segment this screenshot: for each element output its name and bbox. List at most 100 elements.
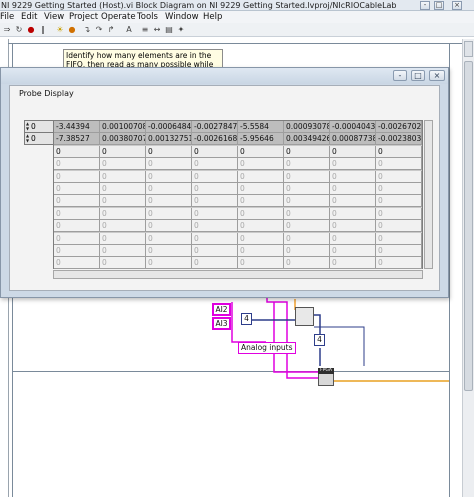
- array-cell[interactable]: 0: [330, 183, 376, 195]
- array-cell[interactable]: 0: [284, 245, 330, 257]
- probe-maximize-icon[interactable]: □: [411, 70, 425, 81]
- array-cell[interactable]: 0: [146, 207, 192, 220]
- array-cell[interactable]: 0: [238, 170, 284, 183]
- probe-horizontal-scrollbar[interactable]: [53, 270, 423, 279]
- array-cell[interactable]: 0: [284, 220, 330, 233]
- array-cell[interactable]: 0: [284, 232, 330, 245]
- array-cell[interactable]: 0: [146, 232, 192, 245]
- array-cell[interactable]: 0: [192, 207, 238, 220]
- array-cell[interactable]: 0: [192, 195, 238, 208]
- array-cell[interactable]: -0.00278473: [192, 121, 238, 133]
- index-spin-icon-2[interactable]: ▲ ▼: [26, 133, 30, 143]
- array-cell[interactable]: 0: [146, 245, 192, 257]
- array-cell[interactable]: 0: [330, 220, 376, 233]
- fifo-read-node[interactable]: [295, 307, 314, 326]
- array-cell[interactable]: 0: [100, 145, 146, 158]
- array-cell[interactable]: 0: [330, 145, 376, 158]
- array-cell[interactable]: 0: [192, 145, 238, 158]
- array-cell[interactable]: 0: [54, 145, 100, 158]
- array-cell[interactable]: -5.95646: [238, 133, 284, 146]
- array-cell[interactable]: 0: [330, 195, 376, 208]
- array-cell[interactable]: -7.38527: [54, 133, 100, 146]
- array-cell[interactable]: 0: [284, 170, 330, 183]
- array-cell[interactable]: 0: [100, 158, 146, 171]
- probe-minimize-icon[interactable]: -: [393, 70, 407, 81]
- column-index-control[interactable]: ▲ ▼ 0: [24, 132, 54, 145]
- array-cell[interactable]: 0: [238, 183, 284, 195]
- array-cell[interactable]: 0: [238, 145, 284, 158]
- array-cell[interactable]: 0: [54, 245, 100, 257]
- array-cell[interactable]: 0: [330, 245, 376, 257]
- array-cell[interactable]: 0: [284, 257, 330, 270]
- numeric-constant-2[interactable]: 4: [314, 334, 325, 346]
- array-cell[interactable]: 0: [100, 183, 146, 195]
- array-cell[interactable]: 0: [100, 195, 146, 208]
- array-cell[interactable]: 0: [376, 245, 422, 257]
- array-cell[interactable]: 0: [284, 195, 330, 208]
- array-cell[interactable]: 0.00093078: [284, 121, 330, 133]
- array-cell[interactable]: 0: [54, 170, 100, 183]
- array-cell[interactable]: 0: [376, 257, 422, 270]
- array-cell[interactable]: 0: [54, 232, 100, 245]
- array-cell[interactable]: -0.00040435: [330, 121, 376, 133]
- array-cell[interactable]: 0: [330, 257, 376, 270]
- array-cell[interactable]: -0.00261688: [192, 133, 238, 146]
- array-cell[interactable]: 0: [330, 232, 376, 245]
- array-cell[interactable]: 0: [238, 220, 284, 233]
- array-cell[interactable]: 0: [238, 232, 284, 245]
- probe-titlebar[interactable]: - □ ×: [1, 68, 448, 84]
- array-cell[interactable]: 0: [146, 183, 192, 195]
- probe-display-window[interactable]: - □ × Probe Display ▲ ▼ 0 ▲ ▼ 0 -3.44394 0.…: [0, 67, 449, 298]
- array-cell[interactable]: 0: [376, 183, 422, 195]
- array-cell[interactable]: 0: [192, 220, 238, 233]
- array-cell[interactable]: 0: [376, 220, 422, 233]
- array-cell[interactable]: 0.00132751: [146, 133, 192, 146]
- array-cell[interactable]: -0.00267029: [376, 121, 422, 133]
- array-cell[interactable]: 0: [146, 257, 192, 270]
- array-cell[interactable]: 0.00349426: [284, 133, 330, 146]
- array-cell[interactable]: 0: [100, 232, 146, 245]
- array-cell[interactable]: 0: [330, 207, 376, 220]
- array-cell[interactable]: 0: [54, 207, 100, 220]
- array-cell[interactable]: 0: [192, 158, 238, 171]
- array-cell[interactable]: 0: [284, 158, 330, 171]
- array-cell[interactable]: 0: [192, 170, 238, 183]
- array-cell[interactable]: 0: [146, 145, 192, 158]
- array-cell[interactable]: 0: [238, 195, 284, 208]
- array-cell[interactable]: 0: [54, 220, 100, 233]
- array-cell[interactable]: 0: [238, 245, 284, 257]
- array-cell[interactable]: 0: [54, 183, 100, 195]
- array-cell[interactable]: 0: [54, 158, 100, 171]
- array-cell[interactable]: 0: [100, 245, 146, 257]
- array-cell[interactable]: 0: [284, 207, 330, 220]
- ai3-indicator[interactable]: AI3: [212, 317, 231, 330]
- array-cell[interactable]: -0.00238037: [376, 133, 422, 146]
- array-cell[interactable]: 0: [376, 158, 422, 171]
- array-cell[interactable]: 0: [146, 220, 192, 233]
- array-cell[interactable]: 0: [238, 158, 284, 171]
- numeric-constant[interactable]: 4: [241, 313, 252, 325]
- array-cell[interactable]: 0: [54, 195, 100, 208]
- array-cell[interactable]: 0: [192, 245, 238, 257]
- array-cell[interactable]: 0: [146, 195, 192, 208]
- array-cell[interactable]: -0.00064849: [146, 121, 192, 133]
- ai2-indicator[interactable]: AI2: [212, 303, 231, 316]
- array-cell[interactable]: 0: [376, 195, 422, 208]
- array-grid[interactable]: -3.44394 0.00100708 -0.00064849 -0.00278473…: [53, 120, 423, 270]
- array-cell[interactable]: 0: [100, 220, 146, 233]
- analog-inputs-label[interactable]: Analog inputs: [238, 342, 296, 354]
- array-cell[interactable]: 0: [376, 207, 422, 220]
- array-cell[interactable]: 0: [238, 257, 284, 270]
- array-cell[interactable]: 0: [376, 232, 422, 245]
- probe-vertical-scrollbar[interactable]: [424, 120, 433, 269]
- array-cell[interactable]: 0: [376, 145, 422, 158]
- index-spin-icon[interactable]: ▲ ▼: [26, 121, 30, 131]
- array-cell[interactable]: 0: [54, 257, 100, 270]
- array-cell[interactable]: 0: [100, 207, 146, 220]
- array-cell[interactable]: 0.00380707: [100, 133, 146, 146]
- array-cell[interactable]: 0.00087738: [330, 133, 376, 146]
- array-cell[interactable]: -5.5584: [238, 121, 284, 133]
- array-cell[interactable]: 0: [100, 170, 146, 183]
- array-cell[interactable]: 0.00100708: [100, 121, 146, 133]
- array-cell[interactable]: -3.44394: [54, 121, 100, 133]
